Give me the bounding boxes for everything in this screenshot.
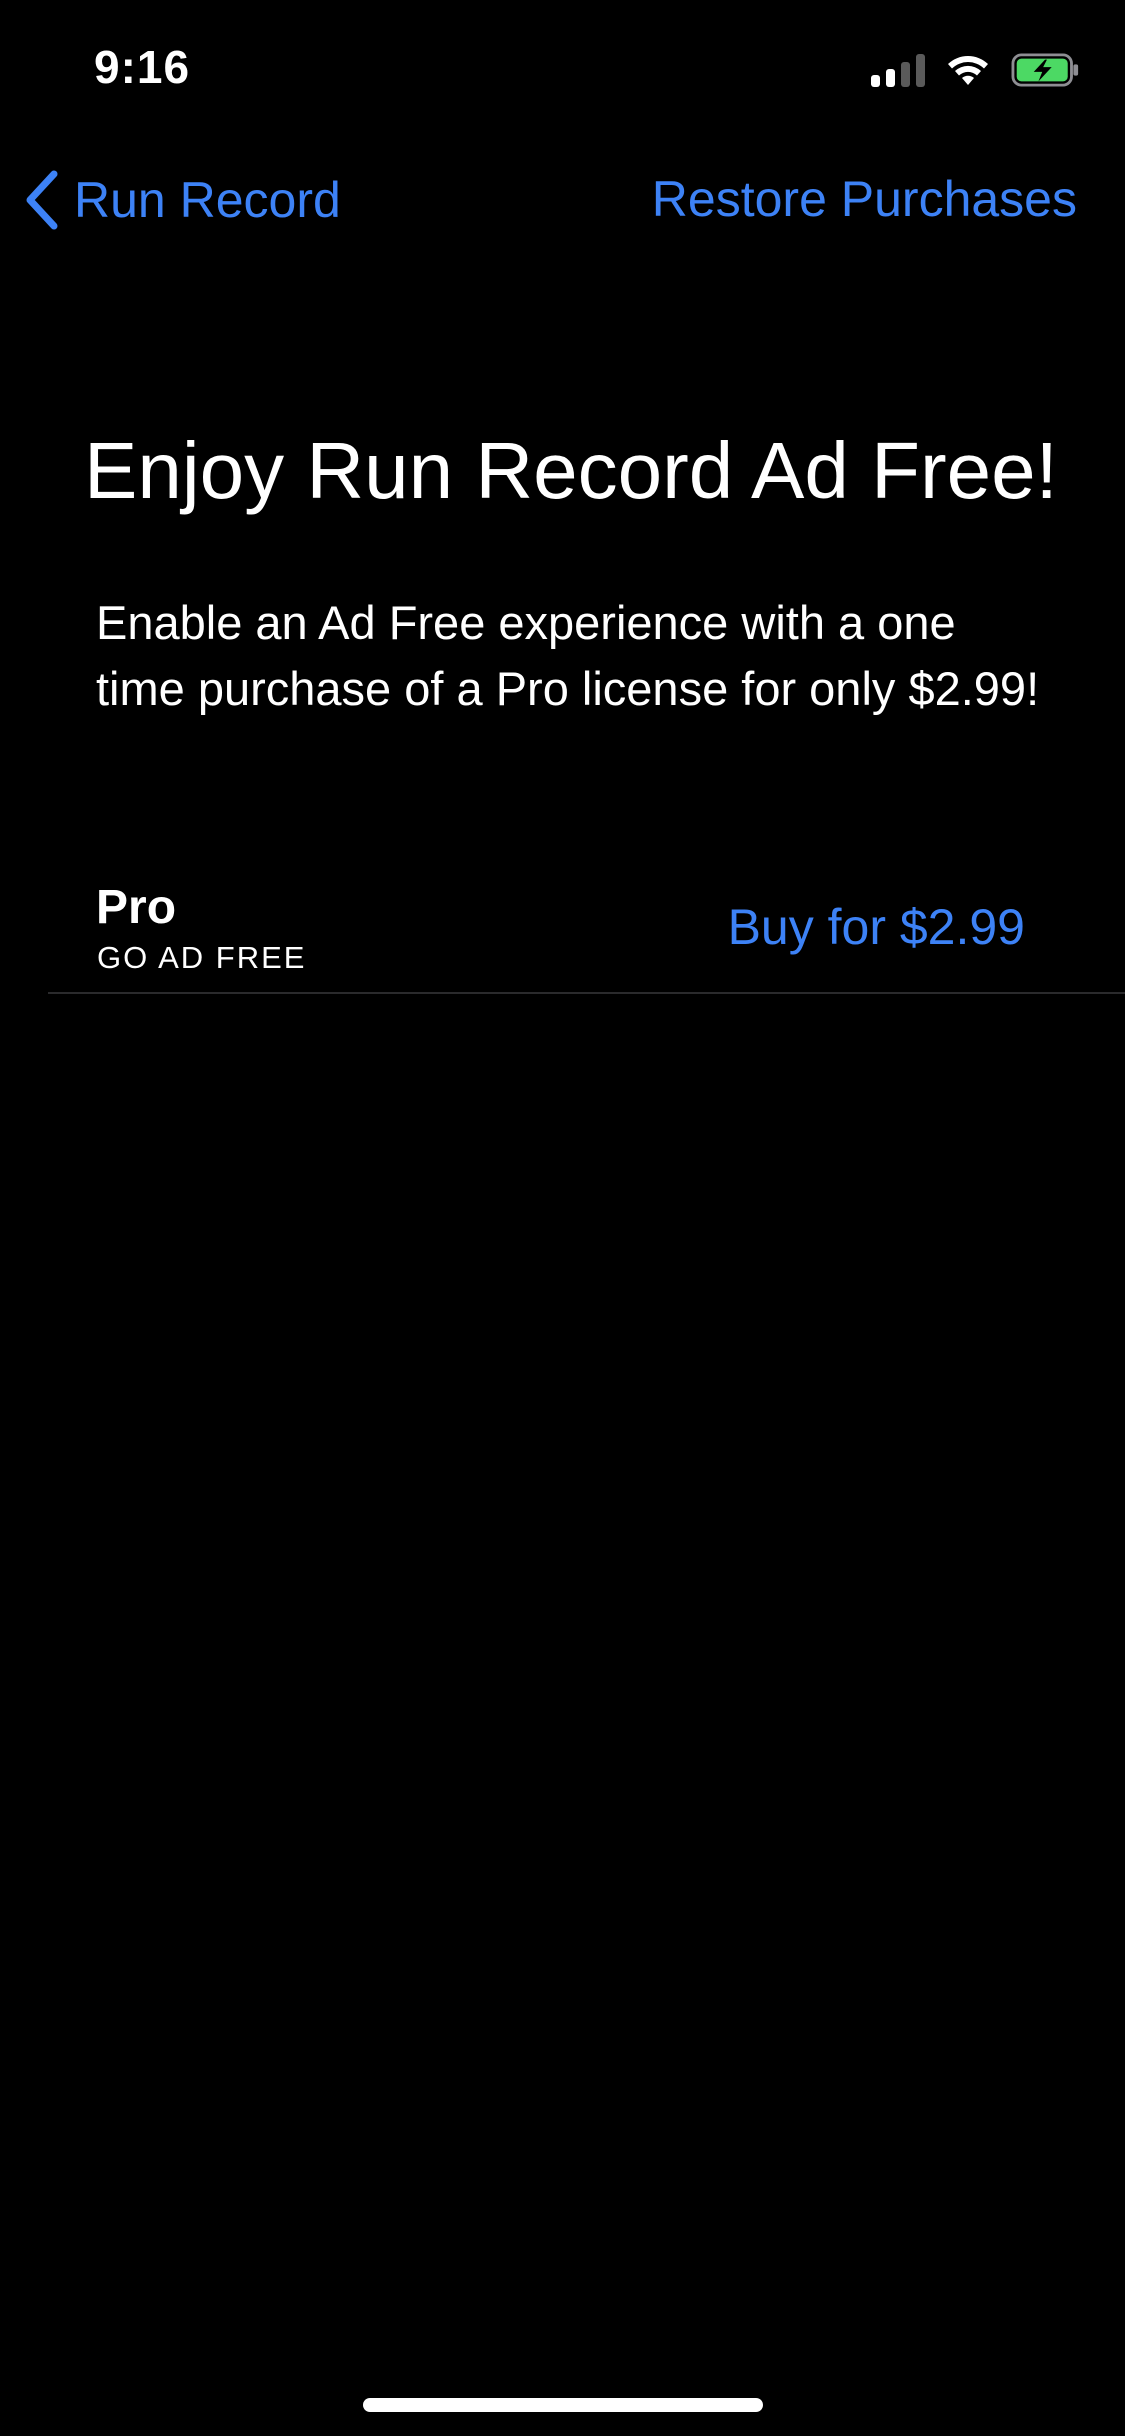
- wifi-icon: [948, 56, 988, 85]
- home-indicator[interactable]: [363, 2398, 763, 2412]
- battery-charging-icon: [1011, 53, 1079, 87]
- screen: 9:16 Run Record Restore Purchases Enjoy …: [0, 0, 1125, 2436]
- description-text: Enable an Ad Free experience with a one …: [96, 596, 1040, 715]
- status-bar: 9:16: [0, 0, 1125, 140]
- chevron-left-icon: [26, 170, 58, 230]
- buy-button[interactable]: Buy for $2.99: [728, 898, 1025, 956]
- page-title: Enjoy Run Record Ad Free!: [84, 426, 1058, 515]
- navigation-bar: Run Record Restore Purchases: [0, 150, 1125, 250]
- product-name: Pro: [96, 881, 177, 934]
- product-subtitle: GO AD FREE: [97, 940, 307, 975]
- back-button[interactable]: Run Record: [24, 170, 341, 230]
- cellular-signal-icon: [871, 53, 925, 87]
- status-time: 9:16: [94, 41, 191, 93]
- product-row-pro: Pro GO AD FREE Buy for $2.99: [48, 870, 1125, 994]
- status-icons: [871, 50, 1081, 90]
- restore-purchases-button[interactable]: Restore Purchases: [652, 170, 1077, 228]
- back-button-label: Run Record: [74, 172, 341, 228]
